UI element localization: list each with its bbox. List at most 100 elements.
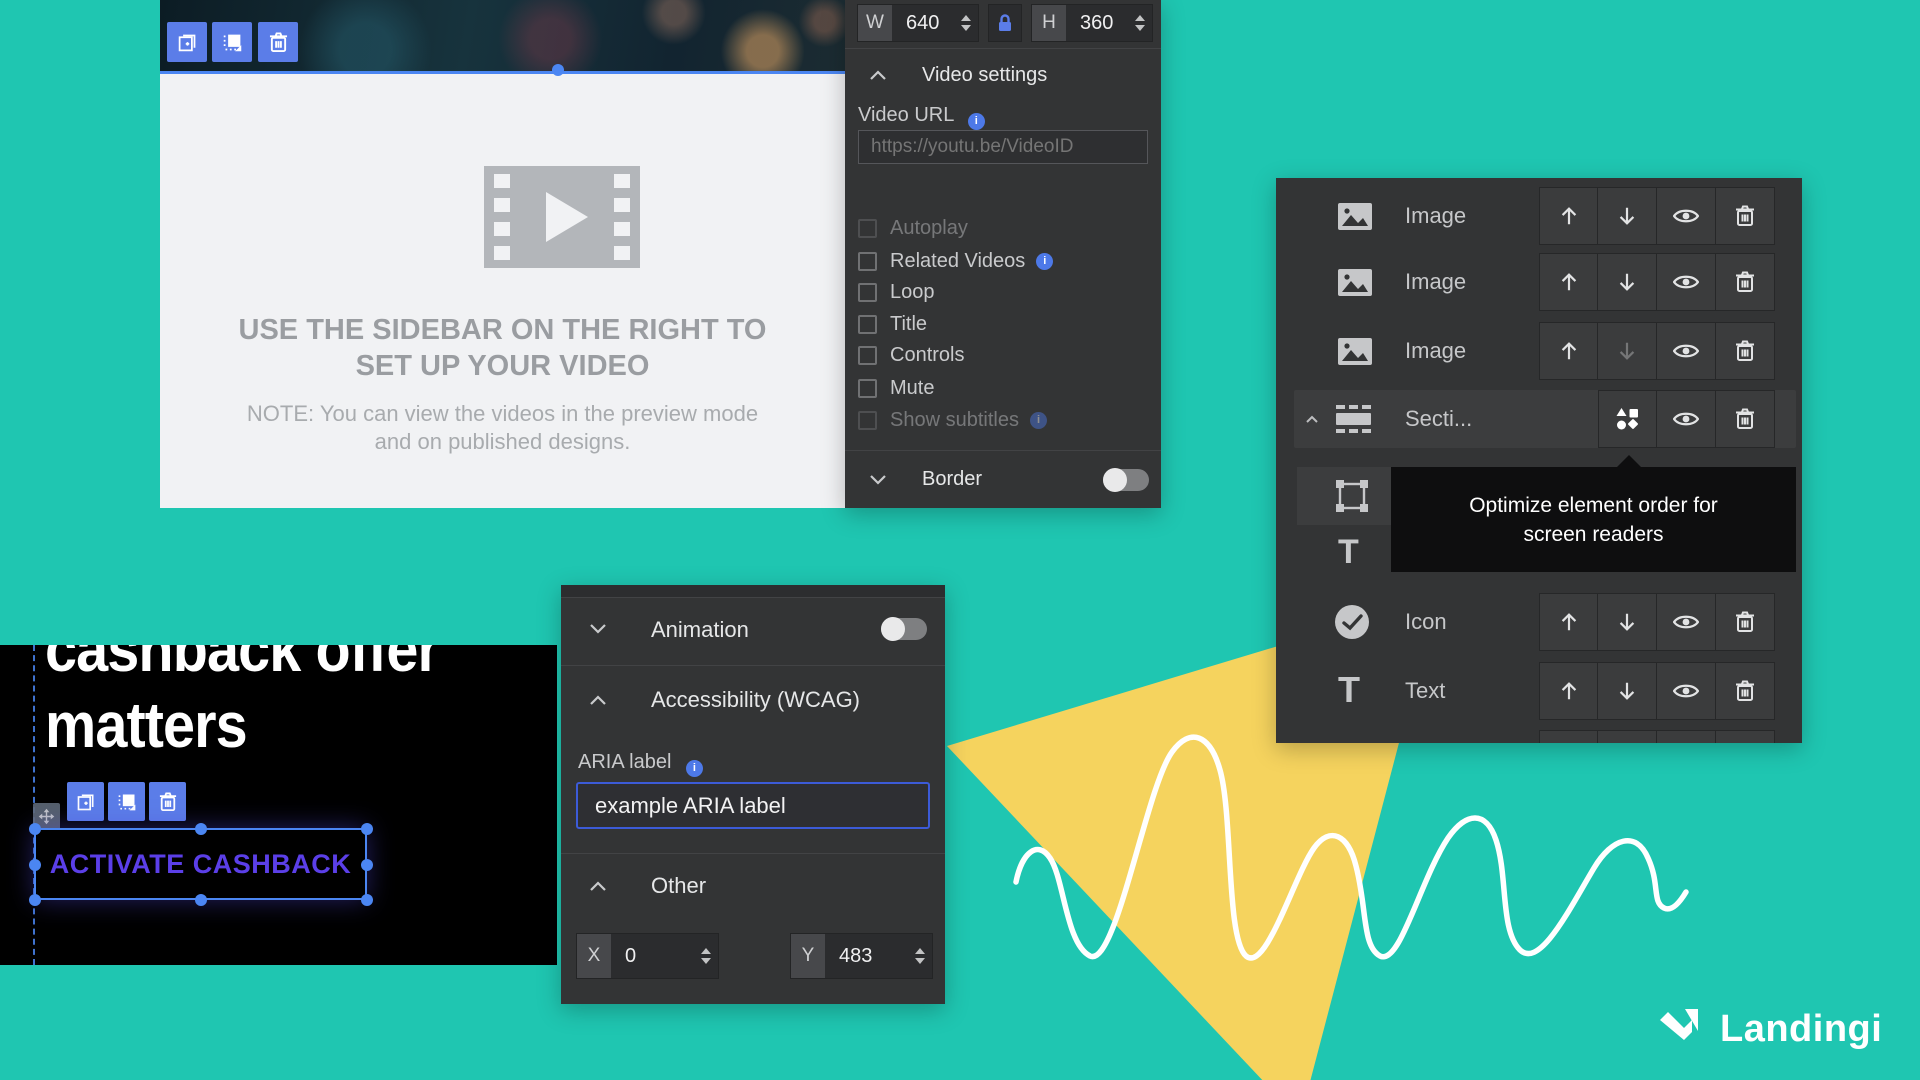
- visibility-button[interactable]: [1657, 593, 1716, 651]
- y-position-field[interactable]: Y 483: [790, 933, 933, 979]
- aria-label-input[interactable]: [576, 782, 930, 829]
- checkbox[interactable]: [858, 315, 877, 334]
- lock-ratio-button[interactable]: [988, 4, 1022, 42]
- layer-label: Icon: [1405, 609, 1447, 635]
- resize-handle-n[interactable]: [195, 823, 207, 835]
- move-down-button[interactable]: [1598, 593, 1657, 651]
- option-row-controls[interactable]: Controls: [858, 342, 964, 368]
- other-section-header[interactable]: Other: [561, 863, 945, 907]
- delete-layer-button[interactable]: [1716, 662, 1775, 720]
- info-icon[interactable]: i: [686, 760, 703, 777]
- layer-row-text-child[interactable]: T: [1297, 535, 1391, 572]
- option-row-show-subtitles[interactable]: Show subtitles i: [858, 407, 1047, 433]
- width-value[interactable]: 640: [892, 5, 954, 41]
- option-label: Show subtitles: [890, 409, 1019, 432]
- checkbox[interactable]: [858, 379, 877, 398]
- checkbox[interactable]: [858, 252, 877, 271]
- widget-select-button[interactable]: [212, 22, 252, 62]
- animation-toggle[interactable]: [881, 618, 927, 640]
- layer-row-section[interactable]: Secti...: [1276, 390, 1802, 448]
- border-section-header[interactable]: Border: [845, 458, 1161, 502]
- visibility-button[interactable]: [1657, 187, 1716, 245]
- optimize-order-button[interactable]: [1598, 390, 1657, 448]
- resize-handle-sw[interactable]: [29, 894, 41, 906]
- height-value[interactable]: 360: [1066, 5, 1128, 41]
- width-field[interactable]: W 640: [857, 4, 979, 42]
- x-value[interactable]: 0: [611, 934, 694, 978]
- y-value[interactable]: 483: [825, 934, 908, 978]
- x-position-field[interactable]: X 0: [576, 933, 719, 979]
- move-up-button[interactable]: [1539, 187, 1598, 245]
- resize-handle-ne[interactable]: [361, 823, 373, 835]
- visibility-button[interactable]: [1657, 390, 1716, 448]
- move-up-button[interactable]: [1539, 662, 1598, 720]
- layer-row-image-1[interactable]: Image: [1276, 187, 1802, 245]
- height-label: H: [1032, 5, 1066, 41]
- info-icon[interactable]: i: [968, 113, 985, 130]
- option-row-autoplay[interactable]: Autoplay: [858, 215, 968, 241]
- inspector-panel: Animation Accessibility (WCAG) ARIA labe…: [561, 585, 945, 1004]
- cashback-button[interactable]: ACTIVATE CASHBACK: [34, 828, 367, 900]
- checkbox[interactable]: [858, 219, 877, 238]
- y-label: Y: [791, 934, 825, 978]
- info-icon[interactable]: i: [1036, 253, 1053, 270]
- delete-layer-button[interactable]: [1716, 322, 1775, 380]
- option-row-related-videos[interactable]: Related Videos i: [858, 248, 1053, 274]
- video-url-input[interactable]: [858, 130, 1148, 164]
- layer-row-image-2[interactable]: Image: [1276, 253, 1802, 311]
- widget-delete-button[interactable]: [258, 22, 298, 62]
- option-label: Controls: [890, 344, 964, 367]
- border-toggle[interactable]: [1103, 469, 1149, 491]
- accessibility-section-header[interactable]: Accessibility (WCAG): [561, 677, 945, 721]
- checkbox[interactable]: [858, 346, 877, 365]
- layer-row-image-3[interactable]: Image: [1276, 322, 1802, 380]
- video-settings-header[interactable]: Video settings: [845, 56, 1161, 94]
- layer-row-icon[interactable]: Icon: [1276, 593, 1802, 651]
- width-stepper[interactable]: [954, 5, 978, 41]
- duplicate-button[interactable]: [67, 782, 104, 821]
- delete-layer-button[interactable]: [1716, 187, 1775, 245]
- arrow-up-icon: [1558, 610, 1580, 634]
- eye-icon: [1673, 410, 1699, 428]
- checkbox[interactable]: [858, 411, 877, 430]
- layer-row-text[interactable]: T Text: [1276, 662, 1802, 720]
- checkbox[interactable]: [858, 283, 877, 302]
- resize-handle-w[interactable]: [29, 859, 41, 871]
- x-stepper[interactable]: [694, 934, 718, 978]
- move-down-button[interactable]: [1598, 187, 1657, 245]
- resize-handle-se[interactable]: [361, 894, 373, 906]
- height-field[interactable]: H 360: [1031, 4, 1153, 42]
- option-row-mute[interactable]: Mute: [858, 375, 934, 401]
- chevron-down-icon: [589, 623, 607, 634]
- delete-layer-button[interactable]: [1716, 253, 1775, 311]
- option-row-title[interactable]: Title: [858, 311, 927, 337]
- option-label: Related Videos: [890, 250, 1025, 273]
- delete-layer-button[interactable]: [1716, 593, 1775, 651]
- move-up-button[interactable]: [1539, 322, 1598, 380]
- animation-section-header[interactable]: Animation: [561, 605, 945, 653]
- move-down-button[interactable]: [1598, 662, 1657, 720]
- widget-duplicate-button[interactable]: [167, 22, 207, 62]
- resize-handle-top[interactable]: [552, 64, 564, 76]
- arrow-down-icon: [1616, 204, 1638, 228]
- layer-row-frame-child[interactable]: [1297, 467, 1391, 525]
- resize-handle-s[interactable]: [195, 894, 207, 906]
- delete-button[interactable]: [149, 782, 186, 821]
- select-area-button[interactable]: [108, 782, 145, 821]
- move-up-button[interactable]: [1539, 593, 1598, 651]
- height-stepper[interactable]: [1128, 5, 1152, 41]
- resize-handle-e[interactable]: [361, 859, 373, 871]
- visibility-button[interactable]: [1657, 662, 1716, 720]
- resize-handle-nw[interactable]: [29, 823, 41, 835]
- tooltip-line2: screen readers: [1391, 520, 1796, 549]
- info-icon[interactable]: i: [1030, 412, 1047, 429]
- visibility-button[interactable]: [1657, 253, 1716, 311]
- move-up-button[interactable]: [1539, 253, 1598, 311]
- trash-icon: [1735, 408, 1755, 430]
- collapse-chevron-icon[interactable]: [1305, 415, 1319, 424]
- move-down-button[interactable]: [1598, 253, 1657, 311]
- option-row-loop[interactable]: Loop: [858, 279, 935, 305]
- delete-layer-button[interactable]: [1716, 390, 1775, 448]
- visibility-button[interactable]: [1657, 322, 1716, 380]
- y-stepper[interactable]: [908, 934, 932, 978]
